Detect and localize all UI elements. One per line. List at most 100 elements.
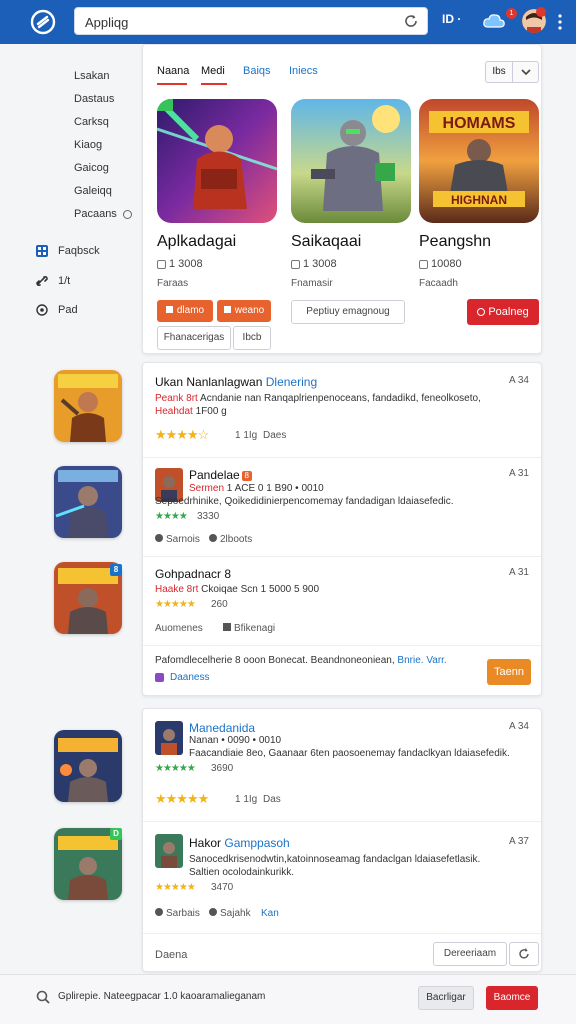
list-item[interactable]: Pandelae 8 A 31 Sermen 1 ACE 0 1 B90 • 00… — [143, 458, 541, 556]
card-footer-tag-label: Daaness — [170, 672, 210, 683]
card-footer-text: Pafomdlecelherie 8 ooon Bonecat. Beandno… — [155, 655, 447, 666]
info-button[interactable]: Ibcb — [233, 326, 271, 350]
list-item-title[interactable]: Gohpadnacr 8 — [155, 567, 231, 581]
tab-naana[interactable]: Naana — [157, 65, 189, 77]
svg-text:HIGHNAN: HIGHNAN — [451, 193, 507, 207]
card-footer-text: Daena — [155, 949, 188, 961]
more-vertical-icon[interactable] — [557, 13, 563, 31]
sidebar-link[interactable]: Carksq — [74, 116, 109, 128]
list-item-meta: Sarbais — [155, 908, 200, 919]
list-item-subtitle-text: 1 ACE 0 1 B90 • 0010 — [226, 483, 324, 494]
secondary-button[interactable]: Bacrligar — [418, 986, 474, 1010]
card-footer-tag[interactable]: Daaness — [155, 672, 209, 683]
refresh-icon[interactable] — [403, 13, 419, 29]
install-button-label: dlamo — [176, 305, 205, 316]
game-thumbnail[interactable] — [54, 466, 122, 538]
description-button[interactable]: Fhanacerigas — [157, 326, 231, 350]
sidebar-link[interactable]: Pacaans — [74, 208, 132, 220]
user-icon — [209, 908, 217, 916]
sidebar-link[interactable]: Dastaus — [74, 93, 114, 105]
sidebar-item-pad[interactable]: Pad — [36, 303, 136, 319]
play-button-label: Poalneg — [488, 306, 529, 318]
list-item-meta-text: Sarbais — [166, 908, 200, 919]
game-title[interactable]: Aplkadagai — [157, 233, 236, 251]
game-mini-thumbnail — [155, 721, 183, 755]
sidebar-link[interactable]: Galeiqq — [74, 185, 112, 197]
rating-count: 3470 — [211, 882, 234, 893]
list-item-meta-link[interactable]: Kan — [261, 908, 279, 919]
game-cover-image[interactable] — [291, 99, 411, 223]
preview-button-label: weano — [234, 305, 265, 316]
tab-iniecs[interactable]: Iniecs — [289, 65, 318, 77]
cloud-sync-icon[interactable] — [482, 10, 506, 32]
list-item-badge: 8 — [224, 567, 232, 581]
app-logo-icon[interactable] — [30, 9, 56, 35]
play-icon — [477, 308, 486, 317]
new-badge-icon: D — [110, 828, 122, 840]
install-button[interactable]: dlamo — [157, 300, 213, 322]
search-input[interactable]: Appliqg — [74, 7, 428, 35]
list-item[interactable]: Gohpadnacr 8 A 31 Haake 8rt Ckoiqae Scn … — [143, 557, 541, 645]
star-rating: ★★★★☆ — [155, 427, 209, 442]
search-input-value: Appliqg — [85, 15, 129, 30]
game-title[interactable]: Saikaqaai — [291, 233, 361, 251]
list-item-subtitle-text: Ckoiqae Scn 1 5000 5 900 — [201, 584, 320, 595]
share-icon — [223, 623, 231, 631]
list-item-tag: Heahdat — [155, 406, 193, 417]
sidebar-link[interactable]: Gaicog — [74, 162, 109, 174]
preview-button[interactable]: weano — [217, 300, 271, 322]
list-item[interactable]: Manedanida A 34 Nanan • 0090 • 0010 Faac… — [143, 709, 541, 821]
age-rating: A 34 — [508, 375, 529, 386]
list-item[interactable]: Ukan Nanlanlagwan Dlenering A 34 Peank 8… — [143, 363, 541, 457]
chevron-down-icon[interactable] — [513, 62, 539, 82]
tab-medi[interactable]: Medi — [201, 65, 225, 77]
view-button[interactable]: Taenn — [487, 659, 531, 685]
game-cover-image[interactable]: HOMAMS HIGHNAN — [419, 99, 539, 223]
game-list-card: Ukan Nanlanlagwan Dlenering A 34 Peank 8… — [142, 362, 542, 696]
svg-text:HOMAMS: HOMAMS — [443, 115, 516, 132]
sidebar-link[interactable]: Lsakan — [74, 70, 109, 82]
card-footer-link[interactable]: Bnrie. Varr. — [397, 655, 446, 666]
user-icon — [155, 908, 163, 916]
sidebar-item-link[interactable]: 1/t — [36, 274, 136, 290]
view-toggle[interactable]: Ibs — [485, 61, 539, 83]
divider — [143, 645, 541, 646]
rating-count: 3330 — [197, 511, 220, 522]
game-thumbnail[interactable] — [54, 730, 122, 802]
list-item-meta: Bfikenagi — [223, 623, 275, 634]
game-list-card: Manedanida A 34 Nanan • 0090 • 0010 Faac… — [142, 708, 542, 972]
tab-baiqs[interactable]: Baiqs — [243, 65, 271, 77]
list-item-title[interactable]: Manedanida — [189, 721, 255, 735]
view-toggle-label[interactable]: Ibs — [486, 62, 513, 82]
list-item-description: Faacandiaie 8eo, Gaanaar 6ten paosoenema… — [189, 748, 510, 759]
search-icon[interactable] — [36, 990, 50, 1004]
list-item-title[interactable]: Pandelae 8 — [189, 468, 252, 482]
game-title[interactable]: Peangshn — [419, 233, 491, 251]
rating-label: Daes — [263, 430, 287, 441]
card-footer-text-main: Pafomdlecelherie 8 ooon Bonecat. Beandno… — [155, 655, 395, 666]
primary-button[interactable]: Baomce — [486, 986, 538, 1010]
sidebar-item-feedback[interactable]: Faqbsck — [36, 244, 136, 260]
game-thumbnail[interactable] — [54, 370, 122, 442]
play-button[interactable]: Poalneg — [467, 299, 539, 325]
rating-label: Das — [263, 794, 281, 805]
list-item-title[interactable]: Hakor Gamppasoh — [189, 836, 290, 850]
game-cover-image[interactable] — [157, 99, 277, 223]
age-rating: A 34 — [508, 721, 529, 732]
language-select[interactable]: ID · — [442, 12, 470, 32]
list-item-title[interactable]: Ukan Nanlanlagwan Dlenering — [155, 375, 317, 389]
list-item[interactable]: Hakor Gamppasoh A 37 Sanocedkrisenodwtin… — [143, 822, 541, 932]
game-download-count: 1 3008 — [157, 258, 203, 270]
list-item-meta: Auomenes — [155, 623, 203, 634]
reload-button[interactable] — [509, 942, 539, 966]
rating-count: 3690 — [211, 763, 234, 774]
explore-button[interactable]: Peptiuy emagnoug — [291, 300, 405, 324]
list-item-tag: Sermen — [189, 483, 225, 494]
sidebar-link-label: Pacaans — [74, 208, 117, 220]
sidebar-link[interactable]: Kiaog — [74, 139, 102, 151]
avatar-status-badge — [536, 7, 546, 17]
age-rating: A 37 — [508, 836, 529, 847]
more-button[interactable]: Dereeriaam — [433, 942, 507, 966]
refresh-icon — [519, 948, 529, 959]
star-rating: ★★★★★ — [155, 791, 209, 806]
